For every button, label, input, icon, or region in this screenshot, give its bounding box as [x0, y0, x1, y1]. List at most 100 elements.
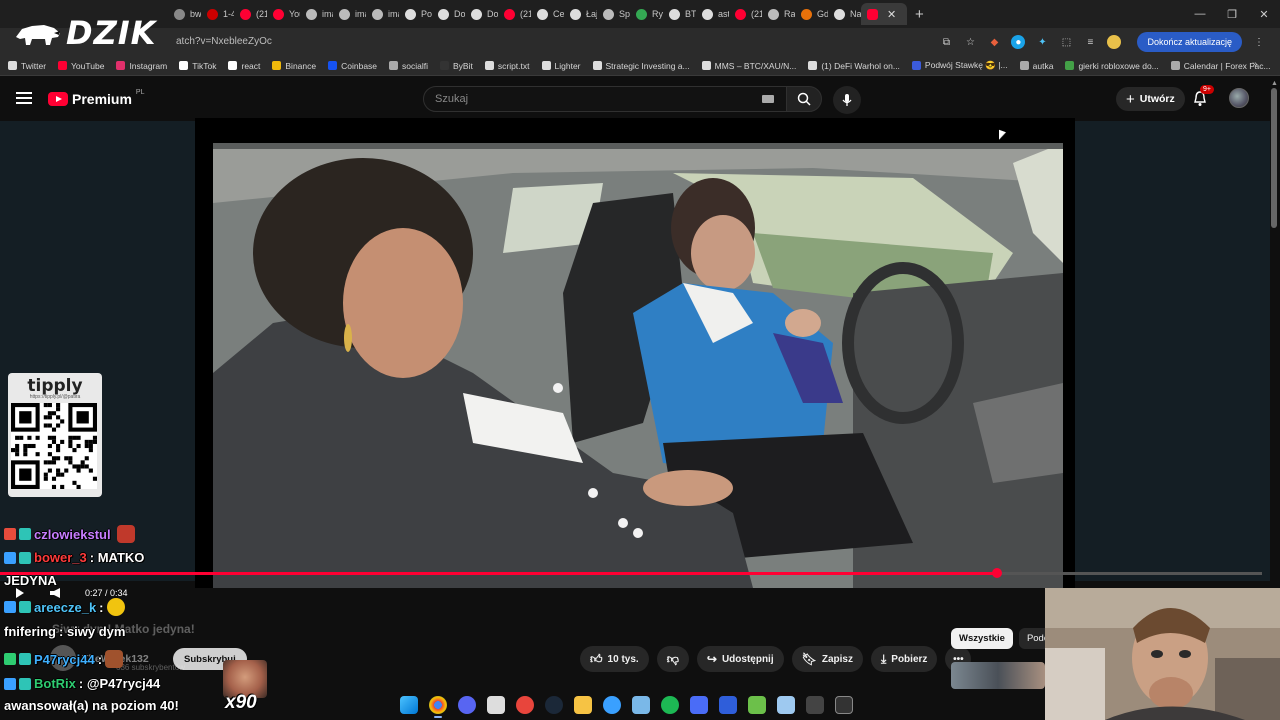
app-taskbar-icon-1[interactable]	[487, 696, 505, 714]
browser-tab[interactable]: Poli	[399, 3, 432, 25]
minimize-icon[interactable]: —	[1184, 8, 1216, 20]
keyboard-icon[interactable]	[762, 95, 774, 103]
create-button[interactable]: + Utwórz	[1116, 87, 1185, 111]
browser-tab[interactable]: (21	[234, 3, 267, 25]
extension-blue-icon[interactable]: ●	[1011, 35, 1026, 49]
search-input[interactable]	[424, 87, 724, 111]
app-taskbar-icon-7[interactable]	[748, 696, 766, 714]
bookmark-item[interactable]: socialfi	[389, 61, 428, 71]
app-taskbar-icon-6[interactable]	[719, 696, 737, 714]
folder-taskbar-icon[interactable]	[574, 696, 592, 714]
browser-tab[interactable]: Gdz	[795, 3, 828, 25]
bookmark-star-icon[interactable]: ☆	[963, 35, 977, 49]
bookmark-item[interactable]: Instagram	[116, 61, 167, 71]
bookmark-item[interactable]: Coinbase	[328, 61, 377, 71]
app-taskbar-icon-3[interactable]	[603, 696, 621, 714]
app-taskbar-icon-2[interactable]	[516, 696, 534, 714]
progress-scrubber[interactable]	[992, 568, 1002, 578]
bookmark-item[interactable]: (1) DeFi Warhol on...	[808, 61, 900, 71]
bookmark-item[interactable]: Twitter	[8, 61, 46, 71]
browser-tab[interactable]: Naj	[828, 3, 861, 25]
search-button[interactable]	[786, 86, 822, 112]
voice-search-button[interactable]	[833, 86, 861, 114]
browser-tab[interactable]: Rar	[762, 3, 795, 25]
close-window-icon[interactable]: ✕	[1248, 8, 1280, 21]
tab-favicon-icon	[636, 8, 647, 20]
chat-username[interactable]: areecze_k	[34, 600, 96, 615]
bookmark-item[interactable]: gierki robloxowe do...	[1065, 61, 1159, 71]
bookmark-item[interactable]: Strategic Investing a...	[592, 61, 690, 71]
recommended-thumbnail[interactable]	[951, 662, 1045, 689]
bookmark-item[interactable]: autka	[1019, 61, 1053, 71]
chat-username[interactable]: P47rycj44	[34, 652, 95, 667]
more-bookmarks-icon[interactable]: »	[1252, 59, 1258, 70]
browser-tab[interactable]: ima	[333, 3, 366, 25]
browser-tab[interactable]: ima	[366, 3, 399, 25]
browser-tab[interactable]: 1-4	[201, 3, 234, 25]
chat-username[interactable]: BotRix	[34, 676, 76, 691]
bookmark-item[interactable]: ByBit	[440, 61, 473, 71]
bookmark-item[interactable]: Lighter	[541, 61, 581, 71]
spotify-taskbar-icon[interactable]	[661, 696, 679, 714]
video-frame[interactable]	[213, 143, 1063, 588]
url-text[interactable]: atch?v=NxebleeZyOc	[176, 36, 272, 47]
profile-icon[interactable]	[1107, 35, 1122, 49]
chrome-taskbar-icon[interactable]	[429, 696, 447, 718]
extension-red-icon[interactable]: ◆	[987, 35, 1001, 49]
chip-all[interactable]: Wszystkie	[951, 628, 1013, 649]
app-taskbar-icon-8[interactable]	[806, 696, 824, 714]
bookmark-item[interactable]: MMS – BTC/XAU/N...	[701, 61, 796, 71]
youtube-logo[interactable]: Premium PL	[48, 89, 144, 107]
browser-tab[interactable]: You	[267, 3, 300, 25]
notepad-taskbar-icon[interactable]	[777, 696, 795, 714]
discord-taskbar-icon[interactable]	[458, 696, 476, 714]
extensions-puzzle-icon[interactable]: ⬚	[1059, 35, 1073, 49]
like-button[interactable]: 👍︎ 10 tys.	[580, 646, 649, 672]
dislike-button[interactable]: 👎︎	[656, 646, 689, 672]
bookmark-item[interactable]: react	[228, 61, 260, 71]
download-button[interactable]: ⤓ Pobierz	[870, 646, 938, 672]
account-avatar[interactable]	[1229, 88, 1249, 108]
maximize-icon[interactable]: ❐	[1216, 8, 1248, 21]
steam-taskbar-icon[interactable]	[545, 696, 563, 714]
bookmark-item[interactable]: YouTube	[58, 61, 104, 71]
share-button[interactable]: ↪ Udostępnij	[696, 646, 784, 672]
terminal-taskbar-icon[interactable]	[835, 696, 853, 714]
save-button[interactable]: 🔖︎ Zapisz	[791, 646, 863, 672]
browser-tab[interactable]: Spc	[597, 3, 630, 25]
browser-tab-active[interactable]: ✕	[861, 3, 907, 25]
media-control-icon[interactable]: ≡	[1083, 35, 1097, 49]
chat-username[interactable]: bower_3	[34, 550, 87, 565]
app-taskbar-icon-5[interactable]	[690, 696, 708, 714]
app-taskbar-icon-4[interactable]	[632, 696, 650, 714]
browser-tab[interactable]: Dor	[432, 3, 465, 25]
browser-tab[interactable]: Cer	[531, 3, 564, 25]
windows-start-icon[interactable]	[400, 696, 418, 714]
browser-tab[interactable]: (21	[498, 3, 531, 25]
play-icon[interactable]	[16, 588, 24, 598]
new-tab-icon[interactable]: +	[915, 6, 924, 23]
browser-tab[interactable]: Łaj	[564, 3, 597, 25]
browser-tab[interactable]: (21	[729, 3, 762, 25]
browser-tab[interactable]: astr	[696, 3, 729, 25]
bookmark-item[interactable]: Podwój Stawkę 😎 |...	[911, 60, 1008, 71]
browser-tab[interactable]: ima	[300, 3, 333, 25]
bookmark-item[interactable]: TikTok	[179, 61, 216, 71]
bookmark-item[interactable]: Binance	[272, 61, 316, 71]
chat-username[interactable]: fnifering	[4, 624, 56, 639]
scroll-up-icon[interactable]: ▲	[1271, 80, 1278, 87]
extension-multi-icon[interactable]: ✦	[1035, 35, 1049, 49]
update-button[interactable]: Dokończ aktualizację	[1137, 32, 1242, 52]
page-scrollbar[interactable]	[1271, 88, 1277, 228]
browser-tab[interactable]: bw	[168, 3, 201, 25]
menu-dots-icon[interactable]: ⋮	[1252, 35, 1266, 49]
progress-bar[interactable]	[0, 568, 1262, 578]
install-app-icon[interactable]: ⧉	[939, 35, 953, 49]
close-tab-icon[interactable]: ✕	[887, 8, 896, 21]
browser-tab[interactable]: Dor	[465, 3, 498, 25]
browser-tab[interactable]: BTC	[663, 3, 696, 25]
chat-username[interactable]: czlowiekstul	[34, 527, 111, 542]
hamburger-menu-icon[interactable]	[16, 92, 32, 104]
browser-tab[interactable]: Ryb	[630, 3, 663, 25]
bookmark-item[interactable]: script.txt	[484, 61, 530, 71]
